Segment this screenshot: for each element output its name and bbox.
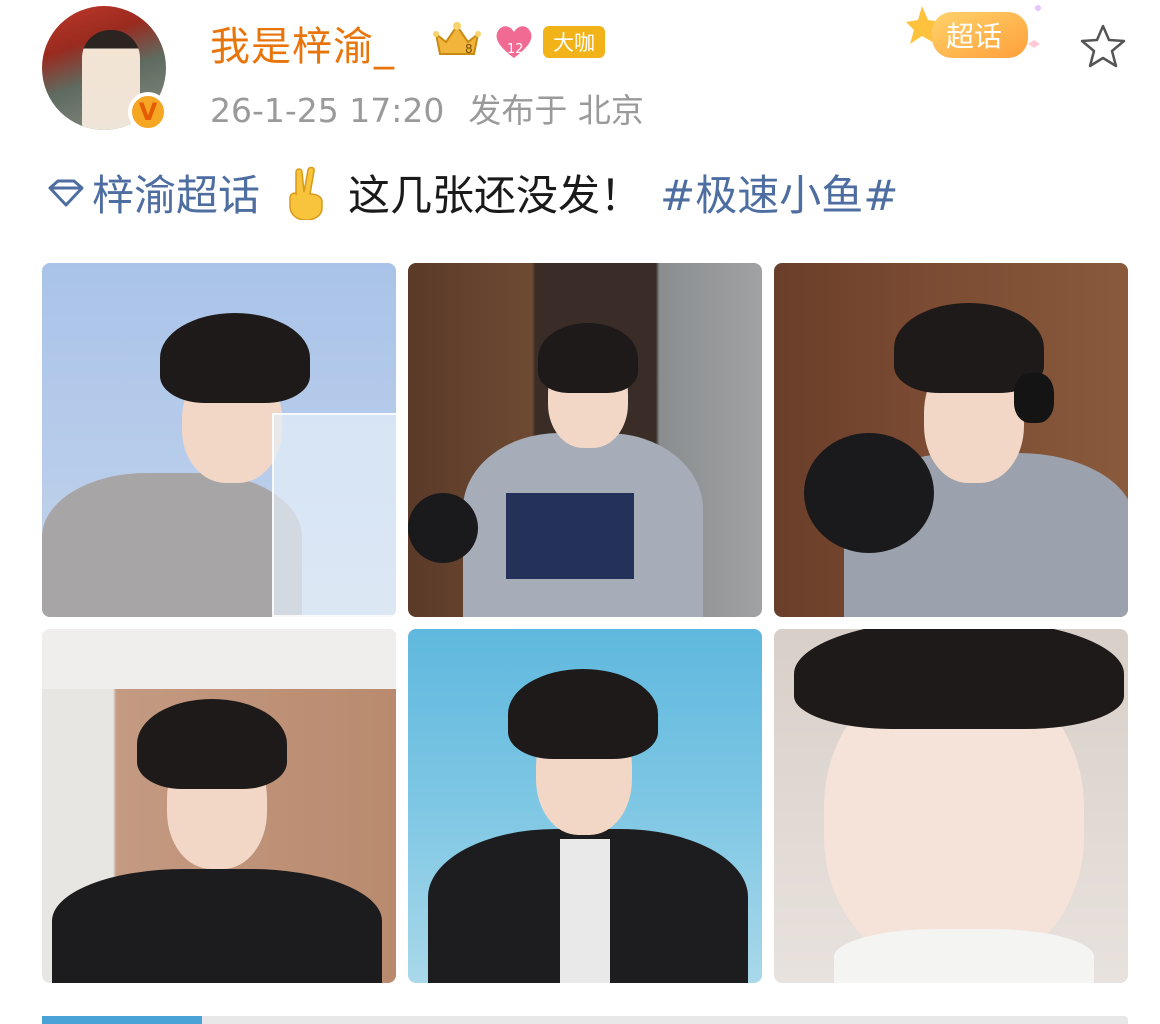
- grid-image-1[interactable]: [42, 263, 396, 617]
- grid-image-2[interactable]: [408, 263, 762, 617]
- daka-badge[interactable]: 大咖: [543, 26, 605, 58]
- crown-badge-level: 8: [465, 42, 473, 56]
- post-content: 梓渝超话 这几张还没发！ #极速小鱼#: [46, 162, 898, 223]
- peace-sign-emoji: [289, 166, 323, 220]
- heart-badge-level: 12: [507, 42, 524, 57]
- location: 发布于 北京: [468, 91, 644, 130]
- username[interactable]: 我是梓渝_: [210, 14, 395, 72]
- supertopic-gem-icon: [48, 179, 84, 206]
- hashtag-link[interactable]: #极速小鱼#: [660, 162, 898, 223]
- heart-badge-icon[interactable]: 12: [492, 22, 536, 62]
- crown-badge-icon[interactable]: 8: [432, 20, 482, 60]
- grid-image-3[interactable]: [774, 263, 1128, 617]
- star-icon[interactable]: [1078, 22, 1128, 72]
- post-meta: 26-1-25 17:20 发布于 北京: [210, 84, 644, 132]
- grid-image-5[interactable]: [408, 629, 762, 983]
- next-post-thumbnail: [42, 1016, 202, 1024]
- grid-image-6[interactable]: [774, 629, 1128, 983]
- supertopic-tag-label: 超话: [946, 20, 1002, 53]
- verified-icon: V: [128, 92, 168, 132]
- timestamp: 26-1-25 17:20: [210, 91, 445, 130]
- grid-image-4[interactable]: [42, 629, 396, 983]
- supertopic-link[interactable]: 梓渝超话: [92, 162, 260, 223]
- post-text: 这几张还没发！: [348, 171, 643, 220]
- next-post-preview: [42, 1016, 1128, 1024]
- supertopic-tag-icon[interactable]: 超话: [898, 0, 1048, 72]
